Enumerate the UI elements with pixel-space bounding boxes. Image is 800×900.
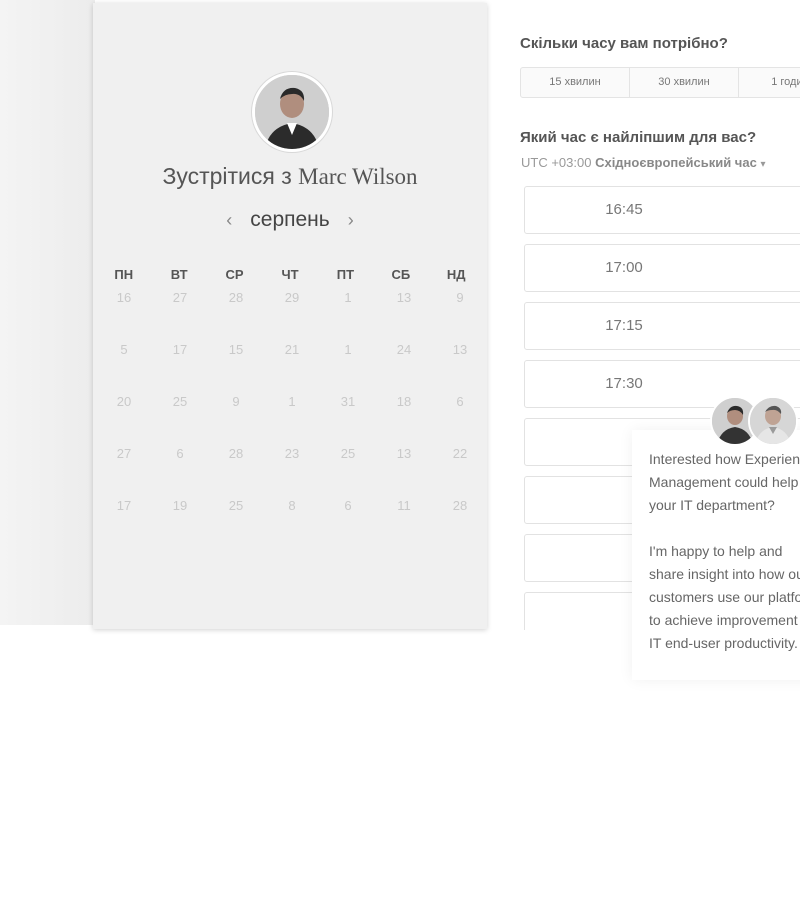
weekday-label: СБ — [391, 267, 411, 282]
calendar-day: 5 — [120, 342, 128, 357]
calendar-day: 25 — [172, 394, 188, 409]
chat-avatars[interactable] — [710, 396, 798, 446]
calendar-day: 13 — [396, 446, 412, 461]
chevron-right-icon[interactable]: › — [342, 210, 360, 231]
calendar-day: 1 — [344, 342, 352, 357]
weekday-label: ВТ — [170, 267, 188, 282]
time-question: Який час є найліпшим для вас? — [520, 129, 757, 146]
calendar-day: 25 — [340, 446, 356, 461]
calendar-day: 8 — [288, 498, 296, 513]
booking-card: Зустрітися з Marc Wilson ‹ серпень › ПН … — [93, 3, 487, 629]
person-icon — [750, 398, 796, 444]
chat-popup[interactable]: Interested how Experience Management cou… — [632, 430, 800, 680]
page-backdrop — [0, 0, 95, 625]
time-slot[interactable]: 17:15 — [524, 302, 800, 350]
calendar-day: 27 — [116, 446, 132, 461]
time-slot[interactable]: 17:00 — [524, 244, 800, 292]
booking-title: Зустрітися з Marc Wilson — [93, 163, 487, 190]
calendar-day: 9 — [456, 290, 464, 305]
calendar-day: 19 — [172, 498, 188, 513]
current-month: серпень — [250, 208, 330, 231]
calendar-day: 21 — [284, 342, 300, 357]
host-avatar — [252, 72, 332, 152]
host-name: Marc Wilson — [298, 164, 418, 189]
title-prefix: Зустрітися з — [162, 163, 292, 189]
duration-question: Скільки часу вам потрібно? — [520, 35, 728, 52]
calendar-day: 6 — [344, 498, 352, 513]
calendar-day: 27 — [172, 290, 188, 305]
chevron-left-icon[interactable]: ‹ — [220, 210, 238, 231]
duration-option-30[interactable]: 30 хвилин — [630, 68, 739, 97]
weekday-label: ПН — [114, 267, 134, 282]
month-navigation: ‹ серпень › — [93, 208, 487, 232]
person-icon — [255, 75, 329, 149]
timezone-offset: UTC +03:00 — [521, 155, 592, 170]
calendar-day: 28 — [452, 498, 468, 513]
calendar-day: 11 — [397, 498, 411, 513]
calendar-day: 20 — [116, 394, 132, 409]
calendar-day: 28 — [228, 446, 244, 461]
calendar-day: 25 — [228, 498, 244, 513]
timezone-selector[interactable]: UTC +03:00 Східноєвропейський час ▾ — [521, 155, 765, 170]
calendar-day: 1 — [344, 290, 352, 305]
calendar-day: 9 — [232, 394, 240, 409]
time-slot[interactable]: 16:45 — [524, 186, 800, 234]
calendar-day: 22 — [452, 446, 468, 461]
calendar-day: 17 — [116, 498, 132, 513]
calendar-day: 23 — [284, 446, 300, 461]
agent-avatar-2 — [748, 396, 798, 446]
duration-option-15[interactable]: 15 хвилин — [521, 68, 630, 97]
weekday-label: СР — [225, 267, 244, 282]
timezone-name: Східноєвропейський час — [595, 155, 757, 170]
weekday-header: ПН ВТ СР ЧТ ПТ СБ НД — [96, 267, 484, 282]
calendar-day: 29 — [284, 290, 300, 305]
calendar-day: 16 — [116, 290, 132, 305]
weekday-label: НД — [446, 267, 466, 282]
calendar-day: 15 — [228, 342, 244, 357]
duration-options: 15 хвилин 30 хвилин 1 година — [520, 67, 800, 98]
caret-down-icon: ▾ — [760, 159, 766, 170]
calendar-day: 13 — [396, 290, 412, 305]
calendar-day: 31 — [340, 394, 356, 409]
duration-option-60[interactable]: 1 година — [739, 68, 800, 97]
calendar-day: 24 — [396, 342, 412, 357]
calendar-day: 18 — [396, 394, 412, 409]
calendar-day: 17 — [172, 342, 188, 357]
calendar-day: 13 — [452, 342, 468, 357]
chat-message: Interested how Experience Management cou… — [649, 451, 800, 651]
calendar-grid: 16 27 28 29 1 13 9 5 17 15 21 1 24 13 20… — [96, 290, 484, 550]
calendar-day: 6 — [176, 446, 184, 461]
weekday-label: ЧТ — [281, 267, 299, 282]
calendar-day: 6 — [456, 394, 464, 409]
weekday-label: ПТ — [336, 267, 355, 282]
calendar-day: 1 — [288, 394, 296, 409]
calendar-day: 28 — [228, 290, 244, 305]
